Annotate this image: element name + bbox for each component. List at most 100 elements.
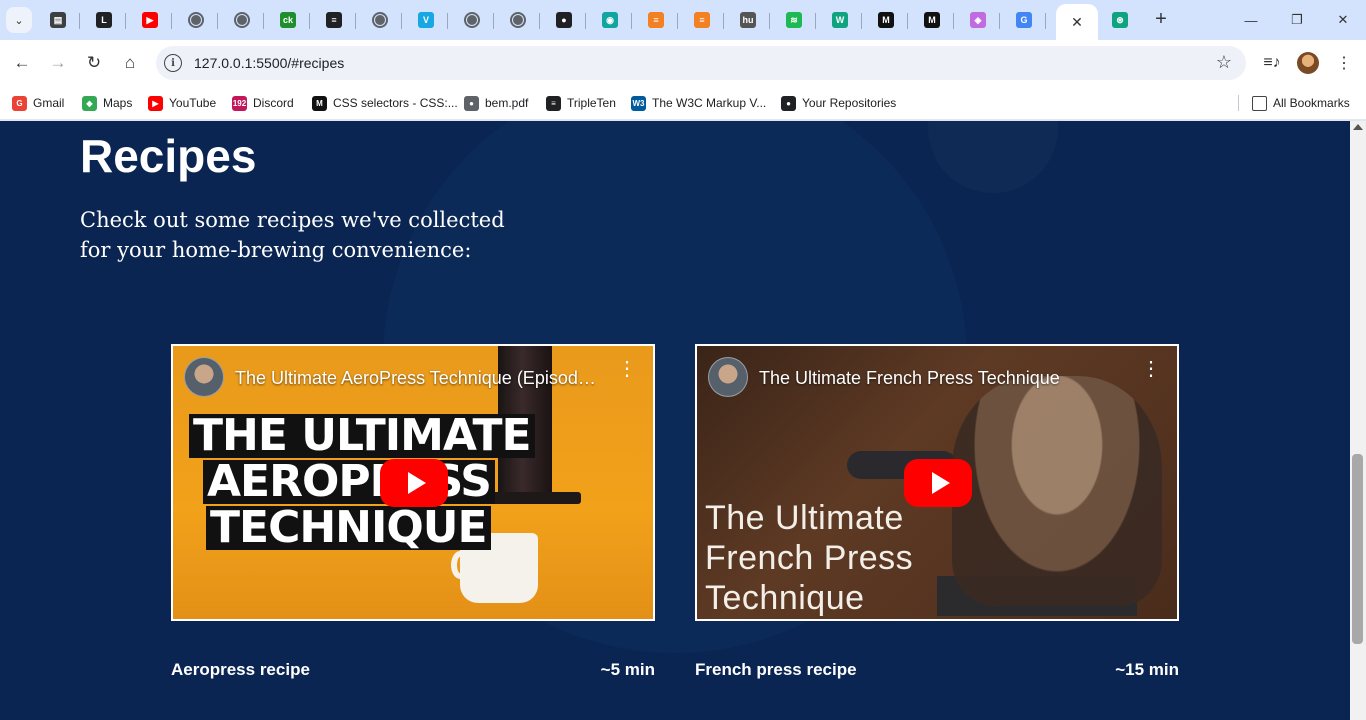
bookmark-label: Gmail — [33, 96, 65, 110]
browser-tab[interactable]: ▤ — [36, 4, 80, 36]
home-icon[interactable]: ⌂ — [118, 51, 142, 75]
bookmark-label: YouTube — [169, 96, 217, 110]
video-more-icon[interactable]: ⋮ — [617, 359, 637, 379]
browser-tab[interactable]: ≋ — [772, 4, 816, 36]
page-subtitle: Check out some recipes we've collected f… — [80, 208, 505, 262]
tab-separator — [769, 13, 770, 29]
bookmark-item[interactable]: W3 The W3C Markup V... — [631, 93, 766, 113]
browser-tab[interactable]: ◈ — [956, 4, 1000, 36]
thumb-line: TECHNIQUE — [206, 506, 491, 550]
bookmark-label: Discord — [253, 96, 294, 110]
address-bar[interactable]: i 127.0.0.1:5500/#recipes ☆ — [156, 46, 1246, 80]
bookmarks-bar: G Gmail ◆ Maps ▶ YouTube 192 Discord M CSS select… — [0, 86, 1366, 120]
tab-separator — [217, 13, 218, 29]
video-title[interactable]: The Ultimate French Press Technique — [759, 368, 1129, 389]
google-icon: G — [12, 95, 27, 111]
forward-arrow-icon[interactable]: → — [46, 51, 70, 75]
browser-tab[interactable]: W — [818, 4, 862, 36]
reload-icon[interactable]: ↻ — [82, 51, 106, 75]
browser-tab[interactable]: M — [910, 4, 954, 36]
bookmark-item[interactable]: ● Your Repositories — [781, 93, 896, 113]
bookmark-item[interactable]: ▶ YouTube — [148, 93, 216, 113]
bookmark-star-icon[interactable]: ☆ — [1216, 52, 1232, 73]
scrollbar-thumb[interactable] — [1352, 454, 1363, 644]
tab-separator — [401, 13, 402, 29]
browser-tab[interactable] — [174, 4, 218, 36]
recipe-name: Aeropress recipe — [171, 660, 310, 679]
browser-tab[interactable]: ≡ — [312, 4, 356, 36]
decorative-circle-small — [928, 121, 1058, 193]
tab-separator — [861, 13, 862, 29]
bookmark-item[interactable]: ◆ Maps — [82, 93, 132, 113]
w3c-icon: W3 — [631, 95, 646, 111]
browser-tab[interactable] — [496, 4, 540, 36]
thumb-line: The Ultimate — [705, 499, 904, 537]
tab-separator — [539, 13, 540, 29]
channel-avatar[interactable] — [708, 357, 748, 397]
browser-tab[interactable]: ck — [266, 4, 310, 36]
m-icon: M — [878, 12, 894, 28]
tab-chatgpt[interactable]: ⊛ — [1098, 4, 1142, 36]
tab-separator — [171, 13, 172, 29]
browser-tab[interactable]: L — [82, 4, 126, 36]
video-title[interactable]: The Ultimate AeroPress Technique (Episod… — [235, 368, 605, 389]
media-control-icon[interactable]: ≡♪ — [1261, 52, 1283, 74]
spotify-icon: ≋ — [786, 12, 802, 28]
tab-separator — [79, 13, 80, 29]
all-bookmarks[interactable]: All Bookmarks — [1252, 93, 1350, 113]
bookmark-item[interactable]: ● bem.pdf — [464, 93, 528, 113]
french-press-video-embed[interactable]: The Ultimate French Press Technique The … — [695, 344, 1179, 621]
globe-icon: ● — [464, 95, 479, 111]
window-close-icon[interactable]: ✕ — [1320, 8, 1366, 32]
bookmark-item[interactable]: ≡ TripleTen — [546, 93, 616, 113]
browser-tab[interactable]: V — [404, 4, 448, 36]
stackoverflow-icon: ≡ — [694, 12, 710, 28]
browser-tab[interactable]: hu — [726, 4, 770, 36]
browser-tab[interactable]: ● — [542, 4, 586, 36]
url-text[interactable]: 127.0.0.1:5500/#recipes — [194, 55, 344, 71]
tab-separator — [631, 13, 632, 29]
video-more-icon[interactable]: ⋮ — [1141, 359, 1161, 379]
channel-avatar[interactable] — [184, 357, 224, 397]
scroll-up-arrow-icon[interactable] — [1353, 124, 1363, 130]
recipe-time: ~15 min — [1115, 660, 1179, 679]
bookmark-item[interactable]: G Gmail — [12, 93, 64, 113]
browser-tab[interactable]: ≡ — [680, 4, 724, 36]
minimize-icon[interactable]: — — [1228, 8, 1274, 32]
browser-tab[interactable]: ◉ — [588, 4, 632, 36]
browser-tab[interactable]: M — [864, 4, 908, 36]
aeropress-video-embed[interactable]: THE ULTIMATE AEROPRESS TECHNIQUE The Ult… — [171, 344, 655, 621]
back-arrow-icon[interactable]: ← — [10, 51, 34, 75]
tab-separator — [999, 13, 1000, 29]
bookmark-label: CSS selectors - CSS:... — [333, 96, 458, 110]
close-icon[interactable]: ✕ — [1071, 14, 1083, 31]
restore-icon[interactable]: ❐ — [1274, 8, 1320, 32]
youtube-play-button-icon[interactable] — [380, 459, 448, 507]
menu-kebab-icon[interactable]: ⋮ — [1333, 52, 1355, 74]
page-scrollbar[interactable] — [1350, 121, 1366, 720]
browser-tab[interactable]: ▶ — [128, 4, 172, 36]
tab-separator — [677, 13, 678, 29]
profile-avatar[interactable] — [1297, 52, 1319, 74]
tripleten-icon: ≡ — [326, 12, 342, 28]
bookmark-label: Your Repositories — [802, 96, 897, 110]
browser-tab[interactable]: ≡ — [634, 4, 678, 36]
tab-search-chevron-icon[interactable]: ⌄ — [6, 7, 32, 33]
browser-tab[interactable] — [358, 4, 402, 36]
browser-tab[interactable] — [220, 4, 264, 36]
new-tab-plus-icon[interactable]: + — [1150, 8, 1172, 30]
github-icon: ● — [781, 95, 796, 111]
site-info-icon[interactable]: i — [164, 54, 182, 72]
tab-separator — [1045, 13, 1046, 29]
tab-separator — [723, 13, 724, 29]
browser-tab[interactable] — [450, 4, 494, 36]
bookmark-item[interactable]: M CSS selectors - CSS:... — [312, 93, 458, 113]
bookmark-label: Maps — [103, 96, 133, 110]
tab-strip: ⌄ ▤ L ▶ ck ≡ V ● ◉ ≡ ≡ hu ≋ W M M ◈ G ✕ ⊛ + — ❐ ✕ — [0, 0, 1366, 40]
youtube-icon: ▶ — [148, 95, 163, 111]
bookmark-item[interactable]: 192 Discord — [232, 93, 294, 113]
browser-tab[interactable]: G — [1002, 4, 1046, 36]
youtube-play-button-icon[interactable] — [904, 459, 972, 507]
eye-icon: ◉ — [602, 12, 618, 28]
active-tab[interactable]: ✕ — [1056, 4, 1098, 40]
